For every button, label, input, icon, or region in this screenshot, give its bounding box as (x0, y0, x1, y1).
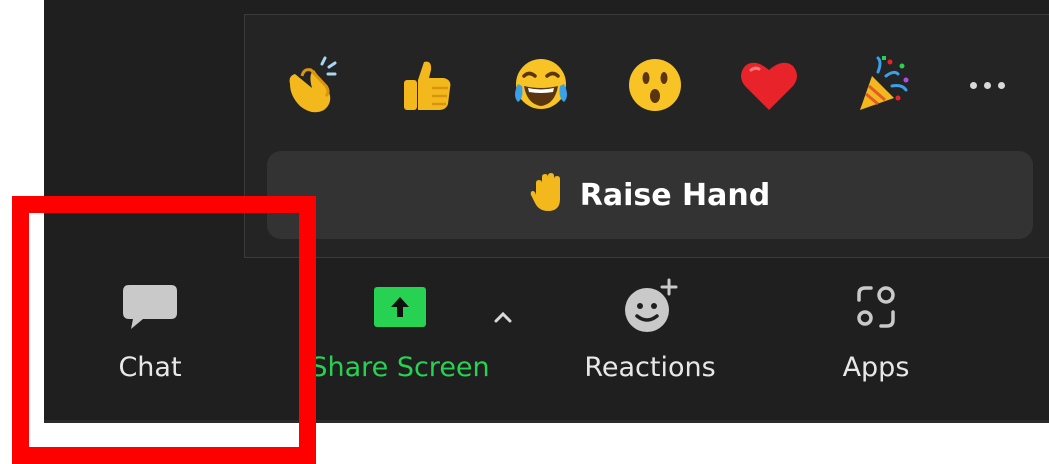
ellipsis-icon[interactable] (959, 49, 1015, 121)
raise-hand-label: Raise Hand (579, 177, 771, 213)
apps-button[interactable]: Apps (826, 276, 926, 406)
apps-label: Apps (842, 352, 910, 383)
caret-up-icon[interactable] (486, 302, 520, 332)
raised-hand-icon (530, 173, 566, 217)
highlight-box (12, 196, 316, 464)
red-heart-icon[interactable] (731, 49, 807, 121)
ellipsis-dot (983, 81, 991, 89)
reactions-label: Reactions (584, 352, 716, 383)
apps-icon (851, 276, 901, 338)
raise-hand-button[interactable]: Raise Hand (267, 151, 1033, 239)
clapping-hands-icon[interactable] (275, 49, 351, 121)
share-screen-button[interactable]: Share Screen (300, 276, 500, 406)
reactions-button[interactable]: Reactions (570, 276, 730, 406)
tears-of-joy-icon[interactable] (503, 49, 579, 121)
ellipsis-dot (997, 81, 1005, 89)
reactions-popup: Raise Hand (244, 14, 1049, 258)
thumbs-up-icon[interactable] (389, 49, 465, 121)
smiley-plus-icon (619, 276, 681, 338)
share-screen-label: Share Screen (310, 352, 490, 383)
share-screen-icon (370, 276, 430, 338)
ellipsis-dot (969, 81, 977, 89)
party-popper-icon[interactable] (845, 49, 921, 121)
emoji-reactions-row (275, 49, 1015, 121)
surprised-face-icon[interactable] (617, 49, 693, 121)
